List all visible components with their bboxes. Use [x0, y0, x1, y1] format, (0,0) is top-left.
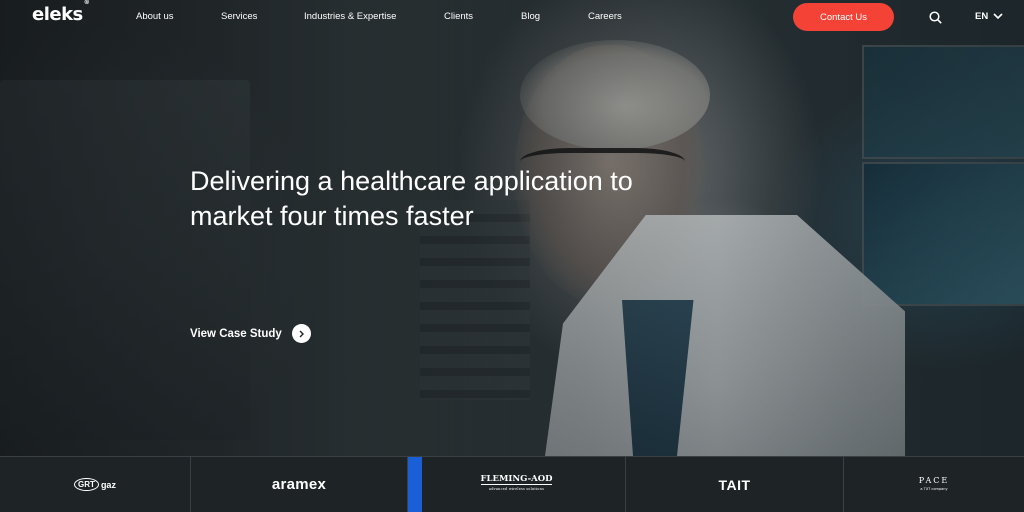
nav-about-us[interactable]: About us	[136, 11, 174, 22]
fleming-aod-logo: FLEMING-AOD advanced wireless solutions	[480, 475, 553, 494]
clients-strip: GRT gaz aramex FLEMING-AOD advanced wirel…	[0, 456, 1024, 512]
grtgaz-logo: GRT gaz	[74, 478, 116, 491]
tait-logo: TAIT	[718, 476, 751, 493]
chevron-down-icon	[993, 13, 1003, 20]
view-case-study-link[interactable]: View Case Study	[190, 324, 311, 343]
pace-logo: PACE a TXT company	[918, 475, 950, 491]
contact-us-button[interactable]: Contact Us	[793, 3, 894, 31]
client-logo-fleming-aod[interactable]: FLEMING-AOD advanced wireless solutions	[408, 457, 626, 512]
chevron-right-icon[interactable]	[291, 324, 311, 343]
view-case-study-label: View Case Study	[190, 327, 282, 340]
client-logo-tait[interactable]: TAIT	[626, 457, 844, 512]
client-logo-aramex[interactable]: aramex	[191, 457, 408, 512]
active-indicator	[408, 457, 422, 512]
client-logo-pace[interactable]: PACE a TXT company	[844, 457, 1024, 512]
search-icon[interactable]	[929, 11, 942, 24]
nav-blog[interactable]: Blog	[521, 11, 540, 22]
site-header: eleks® About us Services Industries & Ex…	[0, 0, 1024, 34]
nav-industries-expertise[interactable]: Industries & Expertise	[304, 11, 396, 22]
aramex-logo: aramex	[271, 476, 327, 493]
client-logo-grtgaz[interactable]: GRT gaz	[0, 457, 191, 512]
language-label: EN	[975, 11, 989, 22]
nav-clients[interactable]: Clients	[444, 11, 473, 22]
language-selector[interactable]: EN	[975, 11, 1003, 22]
hero-section: Delivering a healthcare application to m…	[0, 0, 1024, 456]
nav-services[interactable]: Services	[221, 11, 257, 22]
nav-careers[interactable]: Careers	[588, 11, 622, 22]
eleks-logo[interactable]: eleks®	[32, 0, 90, 25]
hero-title: Delivering a healthcare application to m…	[190, 166, 633, 231]
